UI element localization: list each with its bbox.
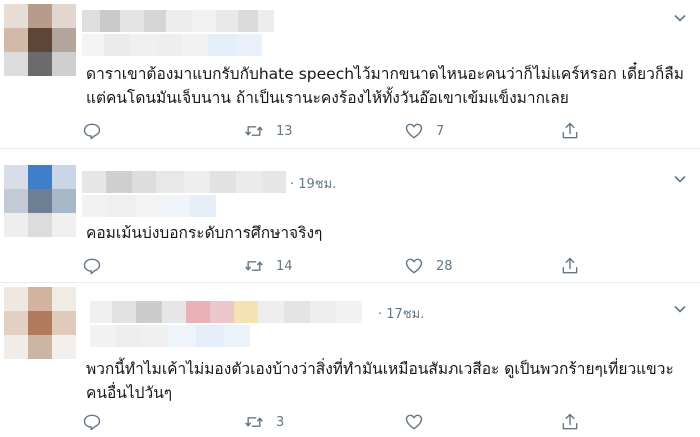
reply-icon xyxy=(83,414,101,431)
tweet-text: ดาราเขาต้องมาแบกรับกับhate speechไว้มากข… xyxy=(86,65,684,107)
reply-icon xyxy=(83,123,101,140)
retweet-count: 14 xyxy=(276,258,293,274)
like-count: 28 xyxy=(436,258,453,274)
retweet-icon xyxy=(245,417,263,427)
blurred-handle xyxy=(90,325,250,347)
tweet-actions: 14 28 xyxy=(82,254,602,278)
tweet-menu-button[interactable] xyxy=(672,301,688,317)
tweet-menu-button[interactable] xyxy=(672,10,688,26)
tweet-text: พวกนี้ทำไมเค้าไม่มองตัวเองบ้างว่าสิ่งที่… xyxy=(86,360,674,402)
avatar[interactable] xyxy=(4,4,76,76)
reply-button[interactable] xyxy=(82,254,114,278)
blurred-handle xyxy=(82,34,262,56)
reply-button[interactable] xyxy=(82,119,114,143)
retweet-button[interactable]: 14 xyxy=(244,254,293,278)
blurred-username xyxy=(90,301,362,323)
blurred-username xyxy=(82,10,274,32)
retweet-icon xyxy=(245,126,263,136)
tweet-item[interactable]: ดาราเขาต้องมาแบกรับกับhate speechไว้มากข… xyxy=(0,0,700,149)
share-button[interactable] xyxy=(560,254,580,278)
chevron-down-icon xyxy=(674,175,686,183)
share-icon xyxy=(562,122,578,139)
tweet-feed: ดาราเขาต้องมาแบกรับกับhate speechไว้มากข… xyxy=(0,0,700,437)
heart-icon xyxy=(405,258,423,274)
avatar[interactable] xyxy=(4,165,76,237)
chevron-down-icon xyxy=(674,305,686,313)
share-icon xyxy=(562,413,578,430)
blurred-username xyxy=(82,171,286,193)
share-icon xyxy=(562,257,578,274)
like-count: 7 xyxy=(436,123,445,139)
share-button[interactable] xyxy=(560,410,580,434)
tweet-item[interactable]: · 19ชม. คอมเม้นบ่งบอกระดับการศึกษาจริงๆ … xyxy=(0,149,700,283)
avatar[interactable] xyxy=(4,287,76,359)
chevron-down-icon xyxy=(674,14,686,22)
tweet-item[interactable]: · 17ชม. พวกนี้ทำไมเค้าไม่มองตัวเองบ้างว่… xyxy=(0,283,700,437)
share-button[interactable] xyxy=(560,119,580,143)
retweet-count: 13 xyxy=(276,123,293,139)
like-button[interactable] xyxy=(404,410,436,434)
like-button[interactable]: 28 xyxy=(404,254,453,278)
retweet-button[interactable]: 13 xyxy=(244,119,293,143)
tweet-actions: 3 xyxy=(82,410,602,434)
heart-icon xyxy=(405,123,423,139)
tweet-menu-button[interactable] xyxy=(672,171,688,187)
reply-button[interactable] xyxy=(82,410,114,434)
heart-icon xyxy=(405,414,423,430)
blurred-handle xyxy=(82,195,216,217)
tweet-actions: 13 7 xyxy=(82,119,602,143)
retweet-count: 3 xyxy=(276,414,285,430)
tweet-timestamp[interactable]: · 19ชม. xyxy=(290,173,336,194)
reply-icon xyxy=(83,258,101,275)
retweet-icon xyxy=(245,261,263,271)
like-button[interactable]: 7 xyxy=(404,119,444,143)
tweet-text: คอมเม้นบ่งบอกระดับการศึกษาจริงๆ xyxy=(86,224,323,242)
retweet-button[interactable]: 3 xyxy=(244,410,284,434)
tweet-timestamp[interactable]: · 17ชม. xyxy=(378,303,424,324)
